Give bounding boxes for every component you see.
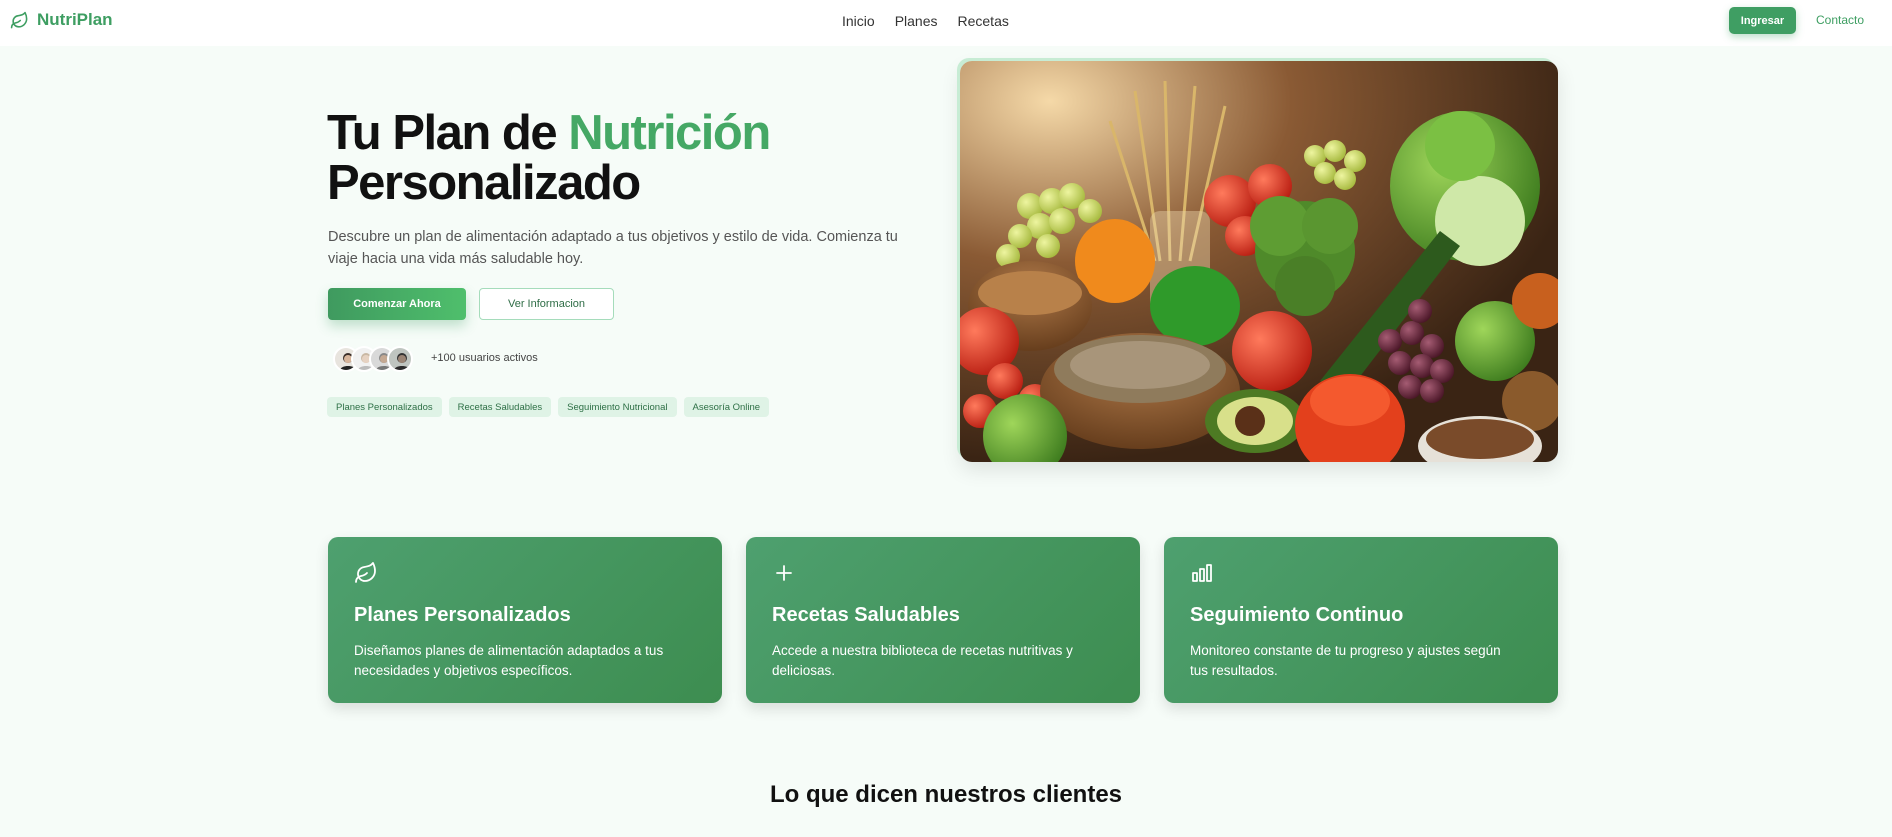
active-users-count: +100 usuarios activos — [431, 352, 538, 364]
start-now-button[interactable]: Comenzar Ahora — [328, 288, 466, 320]
avatar — [387, 346, 413, 372]
tag-asesoria-online: Asesoría Online — [683, 397, 770, 417]
hero-description: Descubre un plan de alimentación adaptad… — [328, 229, 898, 267]
login-button[interactable]: Ingresar — [1729, 7, 1796, 34]
feature-tags: Planes Personalizados Recetas Saludables… — [327, 397, 770, 417]
feature-title: Seguimiento Continuo — [1190, 604, 1404, 626]
feature-description: Monitoreo constante de tu progreso y aju… — [1190, 643, 1501, 678]
leaf-icon — [355, 562, 376, 583]
nav-link-recetas[interactable]: Recetas — [958, 13, 1009, 29]
hero-title: Tu Plan de Nutrición Personalizado — [327, 106, 771, 210]
leaf-icon — [10, 11, 28, 28]
hero-title-part2: Personalizado — [327, 156, 641, 210]
hero-title-accent: Nutrición — [568, 106, 771, 160]
user-avatars — [333, 346, 423, 372]
plus-icon — [776, 565, 792, 581]
feature-card-seguimiento: Seguimiento Continuo Monitoreo constante… — [1164, 537, 1558, 703]
main-nav: Inicio Planes Recetas — [842, 13, 1009, 29]
nav-link-inicio[interactable]: Inicio — [842, 13, 875, 29]
feature-title: Planes Personalizados — [354, 604, 571, 626]
tag-recetas-saludables: Recetas Saludables — [448, 397, 552, 417]
bar-chart-icon — [1192, 564, 1212, 582]
feature-description: Accede a nuestra biblioteca de recetas n… — [772, 643, 1073, 678]
tag-seguimiento-nutricional: Seguimiento Nutricional — [558, 397, 677, 417]
feature-card-planes: Planes Personalizados Diseñamos planes d… — [328, 537, 722, 703]
hero-food-image — [960, 61, 1558, 462]
hero-title-part1: Tu Plan de — [327, 106, 569, 160]
view-info-button[interactable]: Ver Informacion — [479, 288, 614, 320]
brand-name: NutriPlan — [37, 10, 113, 29]
nav-link-planes[interactable]: Planes — [895, 13, 938, 29]
contact-link[interactable]: Contacto — [1816, 13, 1864, 27]
feature-description: Diseñamos planes de alimentación adaptad… — [354, 643, 664, 678]
testimonials-title: Lo que dicen nuestros clientes — [769, 781, 1123, 808]
brand-logo[interactable]: NutriPlan — [10, 10, 113, 30]
tag-planes-personalizados: Planes Personalizados — [327, 397, 442, 417]
navbar: NutriPlan Inicio Planes Recetas Ingresar… — [0, 0, 1892, 46]
feature-title: Recetas Saludables — [772, 604, 960, 626]
feature-card-recetas: Recetas Saludables Accede a nuestra bibl… — [746, 537, 1140, 703]
